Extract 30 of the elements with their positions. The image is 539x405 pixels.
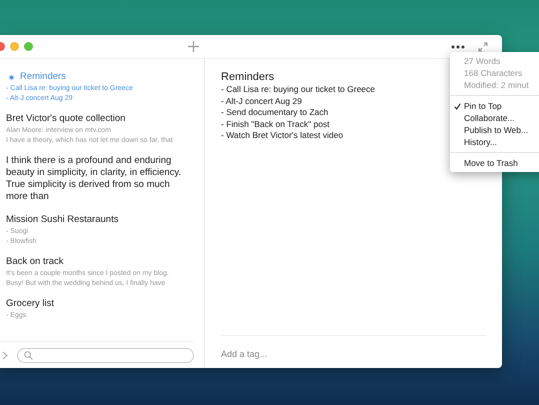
chevron-icon[interactable] xyxy=(2,350,8,360)
note-title: Grocery list xyxy=(6,298,54,310)
note-line: - Send documentary to Zach xyxy=(221,107,328,118)
menu-item[interactable]: Publish to Web... xyxy=(450,124,539,136)
note-title: I think there is a profound and enduring beauty in simplicity, in clarity, in efficiency. True simplicity is derived from so much more than xyxy=(6,155,182,203)
note-info: Modified: 2 minut xyxy=(463,79,530,91)
note-info: 168 Characters xyxy=(463,67,524,79)
note-line: - Alt-J concert Aug 29 xyxy=(221,96,302,107)
zoom-button[interactable] xyxy=(24,42,33,51)
menu-item[interactable]: Pin to Top xyxy=(450,100,539,112)
note-item[interactable]: I think there is a profound and enduring beauty in simplicity, in clarity, in efficiency. True simplicity is derived from so much more than xyxy=(3,153,196,206)
more-icon[interactable] xyxy=(451,44,465,48)
search-field[interactable] xyxy=(17,348,194,362)
menu-item[interactable]: Collaborate... xyxy=(450,112,539,124)
note-info: 27 Words xyxy=(463,55,502,67)
note-title: Back on track xyxy=(6,256,64,268)
note-title: Bret Victor's quote collection xyxy=(6,113,126,125)
note-line: - Watch Bret Victor's latest video xyxy=(221,130,344,142)
menu-item[interactable]: Move to Trash xyxy=(450,157,539,169)
note-line: - Call Lisa re: buying our ticket to Greece xyxy=(221,84,376,96)
note-line: - Finish "Back on Track" post xyxy=(221,118,330,130)
note-title: Mission Sushi Restaraunts xyxy=(6,214,118,226)
expand-icon[interactable] xyxy=(478,42,488,52)
note-title: Reminders xyxy=(20,71,66,83)
new-note-icon[interactable] xyxy=(188,41,199,52)
note-heading: Reminders xyxy=(221,71,274,83)
checkmark-icon xyxy=(454,102,460,110)
menu-item[interactable]: History... xyxy=(450,136,539,148)
search-icon xyxy=(24,350,33,360)
minimize-button[interactable] xyxy=(10,42,19,51)
